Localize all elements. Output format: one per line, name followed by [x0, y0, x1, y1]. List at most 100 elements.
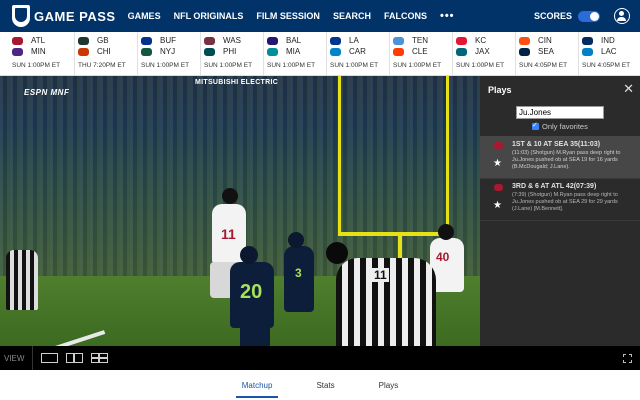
player-sideline-helmet — [438, 224, 454, 240]
user-account-icon[interactable] — [614, 8, 630, 24]
nav-falcons[interactable]: FALCONS — [384, 11, 427, 21]
home-team-row: CAR — [330, 46, 389, 57]
scores-toggle[interactable] — [578, 10, 600, 22]
game-card[interactable]: BAL MIA SUN 1:00PM ET — [264, 32, 327, 75]
tab-plays[interactable]: Plays — [379, 373, 399, 398]
falcons-team-icon — [494, 142, 503, 149]
game-time: SUN 4:05PM ET — [582, 62, 631, 69]
scores-strip: ATL MIN SUN 1:00PM ET GB CHI THU 7:20PM ET BUF… — [0, 32, 640, 76]
home-team-abbr: NYJ — [160, 47, 176, 56]
plays-panel: Plays ✕ Only favorites ★ 1ST & 10 AT SEA… — [480, 76, 640, 346]
game-time: SUN 1:00PM ET — [204, 62, 253, 69]
divider — [480, 220, 640, 221]
video-player[interactable]: MITSUBISHI ELECTRIC ESPN MNF 11 20 3 40 … — [0, 76, 480, 346]
tab-stats[interactable]: Stats — [316, 373, 334, 398]
game-card[interactable]: CIN SEA SUN 4:05PM ET — [516, 32, 579, 75]
bottom-tabs: Matchup Stats Plays — [0, 370, 640, 400]
game-card[interactable]: WAS PHI SUN 1:00PM ET — [201, 32, 264, 75]
game-time: SUN 4:05PM ET — [519, 62, 568, 69]
divider — [32, 346, 34, 370]
single-view-button[interactable] — [41, 353, 59, 363]
player-receiver-helmet — [222, 188, 238, 204]
home-team-logo-icon — [78, 47, 89, 56]
home-team-row: JAX — [456, 46, 515, 57]
split-view-button[interactable] — [66, 353, 84, 363]
nav-nfl-originals[interactable]: NFL ORIGINALS — [174, 11, 244, 21]
home-team-row: MIN — [12, 46, 74, 57]
game-time: SUN 1:00PM ET — [141, 62, 190, 69]
nfl-shield-icon — [12, 5, 30, 27]
home-team-logo-icon — [393, 47, 404, 56]
game-time: SUN 1:00PM ET — [330, 62, 379, 69]
away-team-row: KC — [456, 35, 515, 46]
game-time: SUN 1:00PM ET — [456, 62, 505, 69]
play-item[interactable]: ★ 1ST & 10 AT SEA 35(11:03) (11:03) (Sho… — [480, 136, 640, 178]
plays-panel-title: Plays — [488, 85, 512, 95]
home-team-abbr: LAC — [601, 47, 617, 56]
away-team-logo-icon — [519, 36, 530, 45]
away-team-abbr: TEN — [412, 36, 428, 45]
game-card[interactable]: TEN CLE SUN 1:00PM ET — [390, 32, 453, 75]
away-team-abbr: WAS — [223, 36, 241, 45]
nav-games[interactable]: GAMES — [128, 11, 161, 21]
home-team-row: PHI — [204, 46, 263, 57]
player-search-input[interactable] — [516, 106, 604, 119]
away-team-abbr: ATL — [31, 36, 46, 45]
home-team-abbr: PHI — [223, 47, 237, 56]
away-team-logo-icon — [456, 36, 467, 45]
goalpost — [338, 76, 341, 234]
away-team-abbr: BUF — [160, 36, 176, 45]
game-card[interactable]: LA CAR SUN 1:00PM ET — [327, 32, 390, 75]
nav-search[interactable]: SEARCH — [333, 11, 371, 21]
player-defender-legs — [240, 326, 270, 346]
game-card[interactable]: GB CHI THU 7:20PM ET — [75, 32, 138, 75]
away-team-row: GB — [78, 35, 137, 46]
quad-view-button[interactable] — [91, 353, 109, 363]
tab-matchup[interactable]: Matchup — [235, 373, 279, 398]
close-icon[interactable]: ✕ — [623, 81, 634, 97]
home-team-abbr: JAX — [475, 47, 490, 56]
favorite-star-icon[interactable]: ★ — [493, 158, 502, 169]
away-team-abbr: IND — [601, 36, 615, 45]
jersey-number: 20 — [240, 281, 263, 303]
home-team-logo-icon — [204, 47, 215, 56]
game-pass-logo[interactable]: GAME PASS — [12, 5, 116, 27]
game-time: SUN 1:00PM ET — [267, 62, 316, 69]
stadium-banner: MITSUBISHI ELECTRIC — [195, 79, 279, 86]
play-description: (11:03) (Shotgun) M.Ryan pass deep right… — [512, 150, 621, 170]
away-team-logo-icon — [78, 36, 89, 45]
away-team-row: IND — [582, 35, 640, 46]
play-item[interactable]: ★ 3RD & 6 AT ATL 42(07:39) (7:39) (Shotg… — [480, 178, 640, 220]
away-team-abbr: GB — [97, 36, 109, 45]
game-card[interactable]: ATL MIN SUN 1:00PM ET — [0, 32, 75, 75]
game-card[interactable]: KC JAX SUN 1:00PM ET — [453, 32, 516, 75]
away-team-logo-icon — [330, 36, 341, 45]
away-team-abbr: KC — [475, 36, 487, 45]
game-card[interactable]: IND LAC SUN 4:05PM ET — [579, 32, 640, 75]
nav-film-session[interactable]: FILM SESSION — [256, 11, 320, 21]
goalpost-crossbar — [338, 232, 449, 236]
away-team-row: ATL — [12, 35, 74, 46]
view-controls-bar: VIEW — [0, 346, 640, 370]
away-team-abbr: CIN — [538, 36, 552, 45]
home-team-row: LAC — [582, 46, 640, 57]
home-team-row: CHI — [78, 46, 137, 57]
game-card[interactable]: BUF NYJ SUN 1:00PM ET — [138, 32, 201, 75]
fullscreen-icon[interactable] — [623, 353, 632, 363]
home-team-row: MIA — [267, 46, 326, 57]
only-favorites-option[interactable]: Only favorites — [532, 121, 588, 131]
game-time: SUN 1:00PM ET — [12, 62, 61, 69]
favorite-star-icon[interactable]: ★ — [493, 200, 502, 211]
only-favorites-checkbox[interactable] — [532, 121, 539, 130]
home-team-abbr: MIN — [31, 47, 46, 56]
player-defender-helmet — [240, 246, 258, 264]
scores-label: SCORES — [533, 11, 572, 21]
away-team-row: BUF — [141, 35, 200, 46]
home-team-logo-icon — [330, 47, 341, 56]
away-team-row: TEN — [393, 35, 452, 46]
goalpost — [446, 76, 449, 236]
away-team-logo-icon — [141, 36, 152, 45]
home-team-row: SEA — [519, 46, 578, 57]
more-menu-icon[interactable]: ••• — [440, 10, 455, 22]
home-team-row: NYJ — [141, 46, 200, 57]
